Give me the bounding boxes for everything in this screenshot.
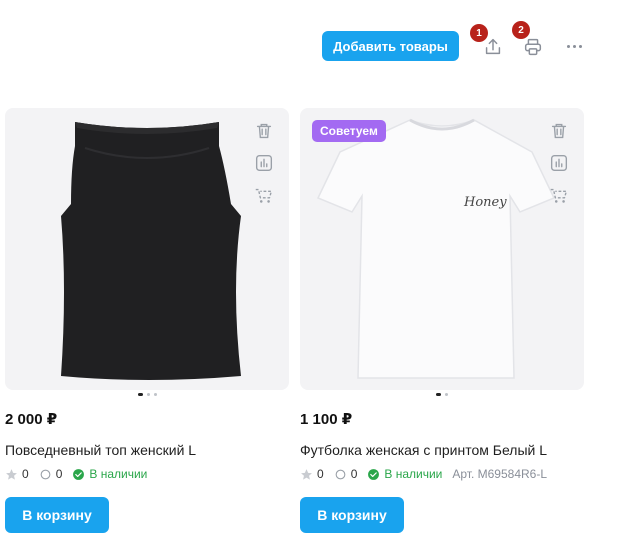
product-meta: 0 0 В наличии Арт. M69584R6-L bbox=[300, 466, 557, 482]
more-horizontal-icon bbox=[566, 44, 582, 48]
card-actions bbox=[548, 120, 570, 206]
stock-status: В наличии bbox=[367, 467, 442, 481]
add-products-button[interactable]: Добавить товары bbox=[322, 31, 459, 61]
product-card: 2 000 ₽ Повседневный топ женский L 0 0 В… bbox=[5, 108, 289, 533]
promo-badge: Советуем bbox=[312, 120, 386, 142]
chart-icon bbox=[550, 154, 568, 172]
product-price: 2 000 ₽ bbox=[5, 411, 58, 428]
image-pagination bbox=[300, 391, 584, 397]
chart-icon bbox=[255, 154, 273, 172]
card-actions bbox=[253, 120, 275, 206]
check-circle-icon bbox=[73, 468, 85, 480]
toolbar: Добавить товары 1 2 bbox=[0, 0, 622, 80]
trash-icon bbox=[256, 123, 272, 139]
quick-cart-button[interactable] bbox=[548, 184, 570, 206]
comment-icon bbox=[40, 469, 51, 479]
product-image-area[interactable] bbox=[5, 108, 289, 390]
product-title[interactable]: Футболка женская с принтом Белый L bbox=[300, 442, 547, 458]
star-icon bbox=[301, 468, 312, 480]
share-count-badge: 1 bbox=[470, 24, 488, 42]
reviews: 0 bbox=[39, 467, 62, 481]
rating: 0 bbox=[5, 467, 29, 481]
check-circle-icon bbox=[368, 468, 380, 480]
product-title[interactable]: Повседневный топ женский L bbox=[5, 442, 196, 458]
more-actions-button[interactable] bbox=[562, 34, 586, 58]
add-to-cart-button[interactable]: В корзину bbox=[300, 497, 404, 533]
white-tshirt-image: Honey bbox=[316, 118, 556, 379]
add-to-cart-button[interactable]: В корзину bbox=[5, 497, 109, 533]
cart-icon bbox=[255, 188, 273, 203]
black-sleeveless-top-image bbox=[61, 122, 241, 380]
product-meta: 0 0 В наличии bbox=[5, 466, 157, 482]
printer-icon bbox=[524, 38, 542, 56]
product-price: 1 100 ₽ bbox=[300, 411, 353, 428]
tshirt-print-text: Honey bbox=[463, 195, 507, 210]
print-count-badge: 2 bbox=[512, 21, 530, 39]
compare-button[interactable] bbox=[253, 152, 275, 174]
product-image-area[interactable]: Honey Советуем bbox=[300, 108, 584, 390]
stock-status: В наличии bbox=[72, 467, 147, 481]
rating: 0 bbox=[300, 467, 324, 481]
product-card: Honey Советуем 1 100 ₽ Футболка женская … bbox=[300, 108, 584, 533]
cart-icon bbox=[550, 188, 568, 203]
trash-icon bbox=[551, 123, 567, 139]
compare-button[interactable] bbox=[548, 152, 570, 174]
reviews: 0 bbox=[334, 467, 357, 481]
article-number: Арт. M69584R6-L bbox=[452, 467, 548, 481]
quick-cart-button[interactable] bbox=[253, 184, 275, 206]
image-pagination bbox=[5, 391, 289, 397]
star-icon bbox=[6, 468, 17, 480]
delete-button[interactable] bbox=[253, 120, 275, 142]
delete-button[interactable] bbox=[548, 120, 570, 142]
comment-icon bbox=[335, 469, 346, 479]
